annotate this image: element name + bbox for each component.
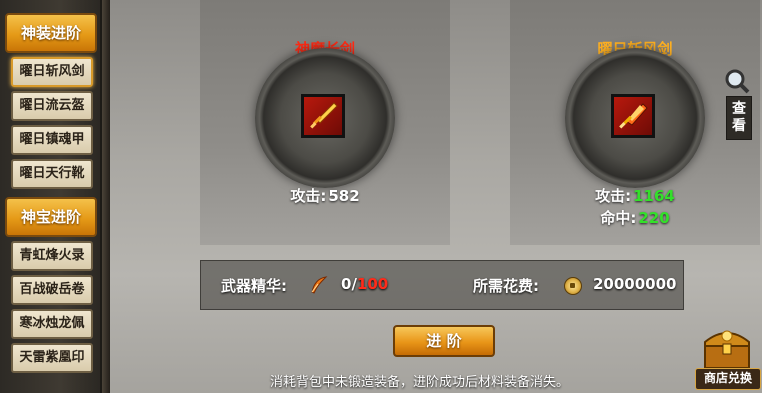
current-weapon-panel: 神魔长剑 攻击:582 (200, 0, 450, 245)
broadsword-icon (619, 103, 648, 129)
sidebar-item-treasure-3[interactable]: 寒冰烛龙佩 (11, 309, 93, 339)
sidebar-item-treasure-1[interactable]: 青虹烽火录 (11, 241, 93, 271)
feather-icon (311, 276, 328, 294)
current-attack: 攻击: 582 (290, 187, 360, 205)
magnifier-icon (725, 69, 750, 94)
target-hit: 命中: 220 (600, 209, 670, 227)
sidebar-item-equip-4[interactable]: 曜日天行靴 (11, 159, 93, 189)
treasure-chest-icon (704, 330, 750, 369)
target-weapon-ring (565, 48, 705, 188)
fee-amount: 20000000 (593, 275, 677, 293)
cost-bar: 武器精华: 0/100 所需花费: 20000000 (200, 260, 684, 310)
view-label: 查看 (726, 96, 752, 140)
view-button[interactable]: 查看 (724, 68, 752, 158)
current-weapon-slot[interactable] (301, 94, 345, 138)
target-attack: 攻击: 1164 (595, 187, 675, 205)
shop-exchange-button[interactable]: 商店兑换 (693, 322, 761, 390)
advance-button[interactable]: 进 阶 (393, 325, 495, 357)
category-treasure-advance[interactable]: 神宝进阶 (5, 197, 97, 237)
target-weapon-slot[interactable] (611, 94, 655, 138)
sidebar: 神装进阶 曜日斩风剑 曜日流云盔 曜日镇魂甲 曜日天行靴 神宝进阶 青虹烽火录 … (0, 0, 110, 393)
shop-label: 商店兑换 (695, 368, 761, 390)
sidebar-item-treasure-2[interactable]: 百战破岳卷 (11, 275, 93, 305)
advance-notice: 消耗背包中未锻造装备，进阶成功后材料装备消失。 (270, 375, 570, 390)
sidebar-item-equip-1[interactable]: 曜日斩风剑 (11, 57, 93, 87)
target-weapon-panel: 曜日斩风剑 攻击:1164 命中:220 (510, 0, 760, 245)
coin-icon (564, 277, 582, 295)
category-equip-advance[interactable]: 神装进阶 (5, 13, 97, 53)
essence-label: 武器精华: (221, 277, 287, 295)
essence-amount: 0/100 (341, 275, 389, 293)
fee-label: 所需花费: (473, 277, 539, 295)
sidebar-item-equip-2[interactable]: 曜日流云盔 (11, 91, 93, 121)
current-weapon-ring (255, 48, 395, 188)
sword-icon (310, 102, 338, 129)
sidebar-item-equip-3[interactable]: 曜日镇魂甲 (11, 125, 93, 155)
sidebar-item-treasure-4[interactable]: 天雷紫凰印 (11, 343, 93, 373)
